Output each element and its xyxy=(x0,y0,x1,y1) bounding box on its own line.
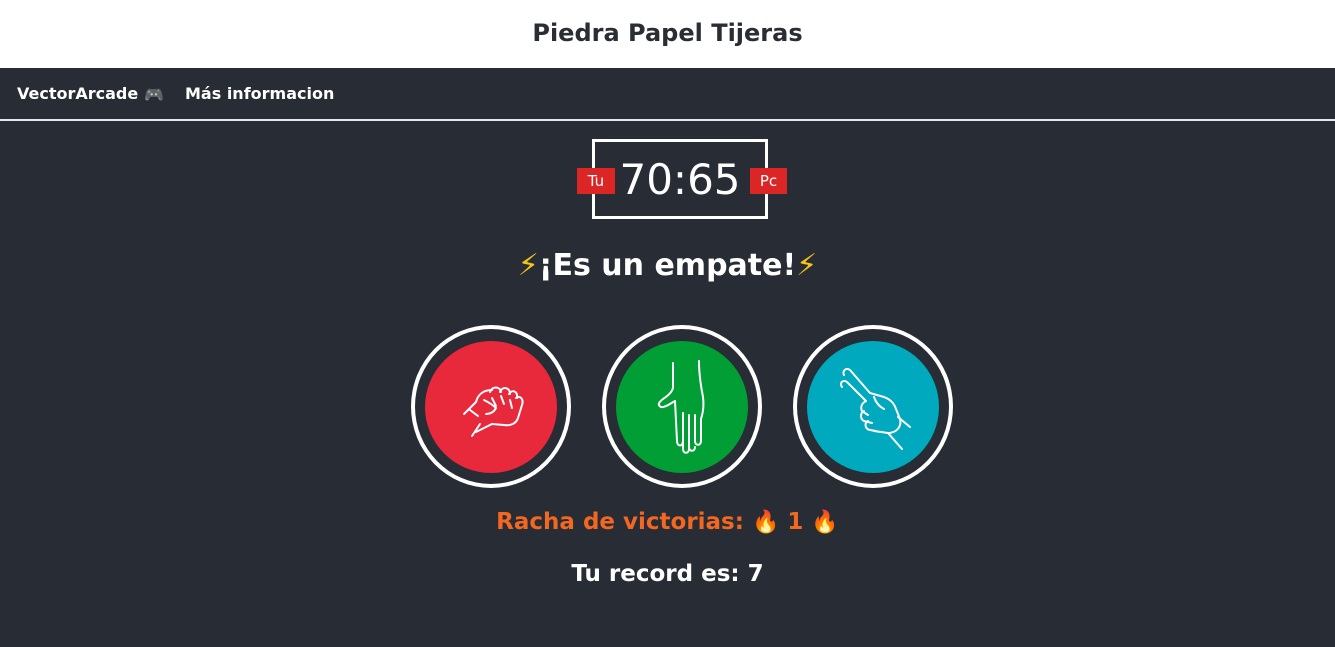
top-header: Piedra Papel Tijeras xyxy=(0,0,1335,68)
lightning-icon: ⚡ xyxy=(796,248,818,283)
nav-brand-link[interactable]: VectorArcade 🎮 xyxy=(17,84,164,104)
paper-circle xyxy=(616,340,748,473)
rock-button[interactable] xyxy=(411,325,571,488)
gamepad-icon: 🎮 xyxy=(144,85,165,104)
navbar: VectorArcade 🎮 Más informacion xyxy=(0,68,1335,121)
streak-label: Racha de victorias: xyxy=(496,509,744,535)
paper-icon xyxy=(657,359,705,454)
scissors-icon xyxy=(839,367,911,450)
streak-count: 1 xyxy=(787,509,804,535)
paper-button[interactable] xyxy=(602,325,762,488)
score-display: 70:65 xyxy=(619,154,741,204)
scoreboard: 70:65 xyxy=(592,139,768,219)
fire-icon: 🔥 xyxy=(811,510,839,535)
record-text: Tu record es: 7 xyxy=(571,561,764,587)
scissors-button[interactable] xyxy=(793,325,953,488)
more-info-link[interactable]: Más informacion xyxy=(185,84,334,103)
scissors-circle xyxy=(807,340,939,473)
rock-icon xyxy=(463,386,524,437)
result-message: ⚡¡Es un empate!⚡ xyxy=(0,248,1335,283)
nav-brand-label: VectorArcade xyxy=(17,84,139,103)
player-badge: Tu xyxy=(577,168,615,194)
pc-badge: Pc xyxy=(750,168,787,194)
fire-icon: 🔥 xyxy=(751,510,780,535)
win-streak: Racha de victorias: 🔥 1 🔥 xyxy=(0,509,1335,535)
lightning-icon: ⚡ xyxy=(517,248,539,283)
result-text: ¡Es un empate! xyxy=(538,248,797,283)
page-title: Piedra Papel Tijeras xyxy=(532,19,803,47)
rock-circle xyxy=(425,340,557,473)
